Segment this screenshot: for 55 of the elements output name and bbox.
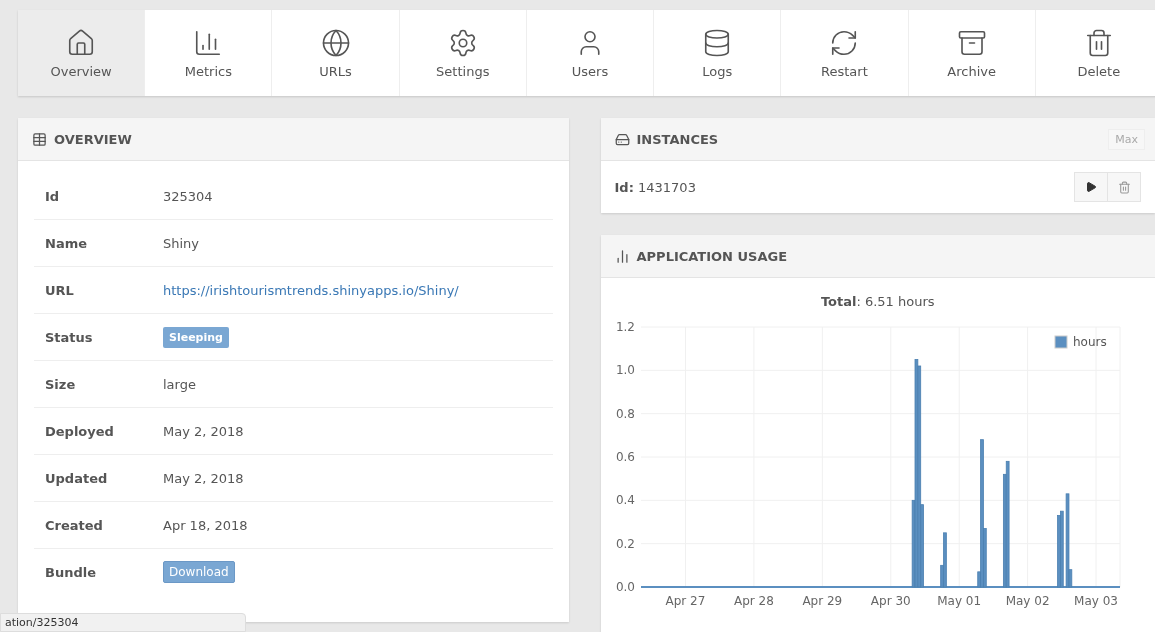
x-tick-label: May 01 bbox=[936, 594, 981, 608]
panel-title: APPLICATION USAGE bbox=[636, 248, 789, 264]
instance-id: Id: 1431703 bbox=[614, 179, 697, 195]
field-value: May 2, 2018 bbox=[163, 423, 244, 439]
status-bar: ation/325304 bbox=[0, 613, 246, 632]
panel-title: INSTANCES bbox=[636, 131, 720, 147]
field-label: Bundle bbox=[44, 564, 97, 580]
field-label: URL bbox=[44, 282, 75, 298]
bar-chart-icon bbox=[614, 248, 630, 264]
y-tick-label: 0.6 bbox=[615, 450, 635, 464]
field-label: Deployed bbox=[44, 423, 115, 439]
toolbar-tab[interactable]: Overview bbox=[18, 10, 146, 96]
trash-icon bbox=[1117, 180, 1131, 194]
toolbar-tab[interactable]: Restart bbox=[781, 10, 909, 96]
table-icon bbox=[32, 131, 47, 147]
field-label: Size bbox=[44, 376, 77, 392]
toolbar-tab[interactable]: URLs bbox=[272, 10, 400, 96]
y-tick-label: 0.2 bbox=[615, 536, 635, 551]
toolbar-tab[interactable]: Settings bbox=[399, 10, 527, 96]
x-tick-label: May 02 bbox=[1005, 594, 1050, 608]
play-button[interactable] bbox=[1074, 172, 1108, 202]
field-value: Apr 18, 2018 bbox=[163, 517, 248, 533]
y-tick-label: 1.0 bbox=[615, 363, 635, 378]
field-value: large bbox=[163, 376, 196, 392]
toolbar-tab[interactable]: Users bbox=[526, 10, 655, 96]
url-link[interactable]: https://irishtourismtrends.shinyapps.io/Shiny/ bbox=[163, 282, 459, 298]
field-label: Created bbox=[44, 517, 104, 533]
usage-total: Total: 6.51 hours bbox=[819, 294, 936, 309]
globe-icon bbox=[320, 27, 351, 58]
toolbar-tab[interactable]: Archive bbox=[908, 10, 1036, 96]
toolbar-tab[interactable]: Metrics bbox=[145, 10, 273, 96]
x-tick-label: Apr 29 bbox=[801, 594, 842, 608]
y-tick-label: 0.4 bbox=[615, 493, 635, 508]
x-tick-label: May 03 bbox=[1073, 594, 1118, 608]
toolbar-tab[interactable]: Delete bbox=[1035, 10, 1155, 96]
status-badge: Sleeping bbox=[163, 326, 229, 348]
server-icon bbox=[614, 131, 630, 147]
y-tick-label: 0.0 bbox=[615, 580, 635, 594]
field-label: Name bbox=[44, 235, 88, 251]
y-tick-label: 1.2 bbox=[615, 320, 635, 334]
x-tick-label: Apr 30 bbox=[870, 594, 911, 608]
field-value: Shiny bbox=[163, 235, 200, 251]
legend-label: hours bbox=[1072, 335, 1107, 349]
play-icon bbox=[1085, 181, 1097, 193]
toolbar-tab[interactable]: Logs bbox=[654, 10, 782, 96]
field-label: Updated bbox=[44, 470, 109, 486]
field-value: 325304 bbox=[163, 188, 213, 204]
field-label: Status bbox=[44, 329, 94, 345]
y-tick-label: 0.8 bbox=[615, 406, 635, 421]
x-tick-label: Apr 28 bbox=[733, 594, 774, 608]
x-tick-label: Apr 27 bbox=[665, 594, 705, 608]
field-value: May 2, 2018 bbox=[163, 470, 244, 486]
field-label: Id bbox=[44, 188, 61, 204]
panel-title: OVERVIEW bbox=[54, 131, 133, 147]
legend-swatch bbox=[1054, 335, 1067, 349]
